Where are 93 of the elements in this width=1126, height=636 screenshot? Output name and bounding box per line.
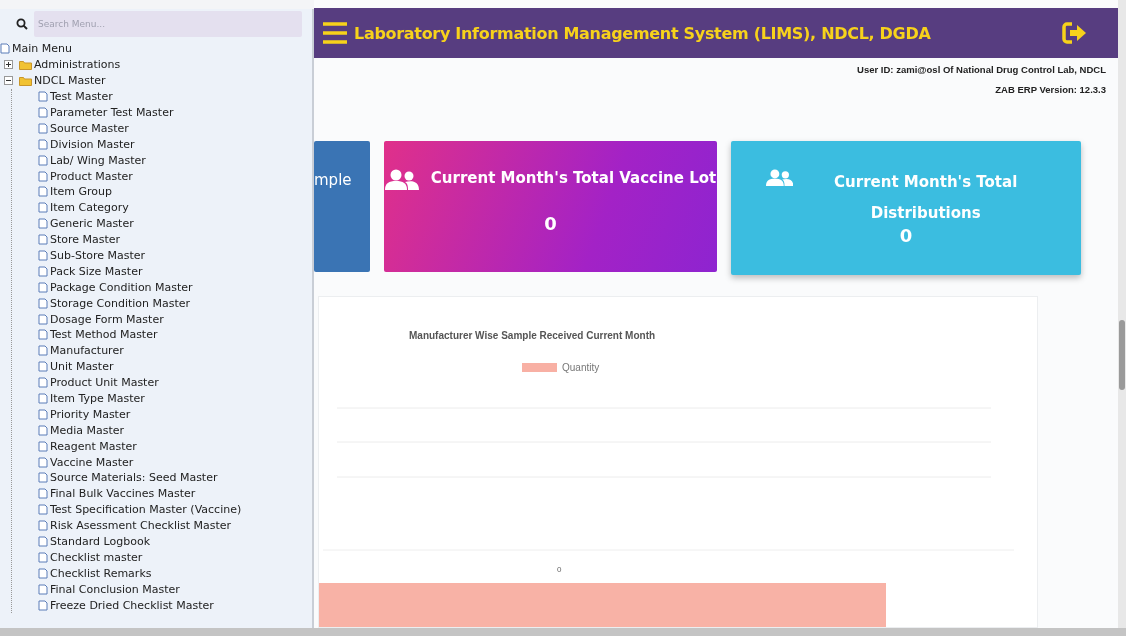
scrollbar-thumb[interactable] [1119,320,1125,390]
chart-title: Manufacturer Wise Sample Received Current Month [409,330,656,341]
page-icon [38,408,48,420]
card-value: 0 [899,225,913,247]
menu-item[interactable]: Standard Logbook [50,535,150,549]
page-icon [38,265,48,277]
page-icon [38,599,48,611]
menu-item[interactable]: Test Master [50,90,113,104]
page-icon [38,91,48,103]
menu-item[interactable]: Main Menu [12,42,72,56]
menu-item[interactable]: Sub-Store Master [50,249,146,262]
page-icon [38,345,48,357]
menu-item[interactable]: Store Master [50,233,121,247]
menu-item[interactable]: Final Bulk Vaccines Master [50,487,196,501]
menu-item[interactable]: Product Unit Master [50,376,159,390]
page-icon [38,440,48,452]
page-icon [38,377,48,389]
menu-item[interactable]: Reagent Master [50,439,137,453]
folder-icon [19,59,32,70]
menu-item[interactable]: Priority Master [50,407,131,421]
menu-item[interactable]: Pack Size Master [50,264,143,278]
page-icon [38,107,48,118]
menu-item[interactable]: Unit Master [50,360,114,374]
page-icon [38,361,48,373]
menu-item[interactable]: Item Group [50,185,113,199]
menu-item[interactable]: Risk Asessment Checklist Master [50,519,232,533]
page-icon [38,456,48,468]
folder-icon [19,75,32,86]
page-icon [0,43,10,55]
menu-item[interactable]: Administrations [34,58,121,72]
menu-item[interactable]: Storage Condition Master [50,296,191,310]
page-icon [38,393,48,405]
expand-icon[interactable] [4,60,13,70]
menu-item[interactable]: Generic Master [50,217,134,231]
page-icon [38,281,48,293]
search-field[interactable]: Search Menu... [34,11,302,37]
menu-item[interactable]: Final Conclusion Master [50,582,180,596]
card-title: mple [314,171,352,190]
page-icon [38,234,48,246]
search-icon [16,18,28,30]
page-icon [38,186,48,198]
menu-item[interactable]: Lab/ Wing Master [50,153,146,167]
menu-item[interactable]: Product Master [50,169,133,183]
page-icon [38,218,48,230]
page-icon [38,520,48,532]
card-title: Current Month's Total Distributions [833,172,1019,225]
legend-label: Quantity [562,362,600,373]
user-id: User ID: zami@osl Of National Drug Control Lab, NDCL [857,64,1106,76]
page-icon [38,551,48,563]
app-title: Laboratory Information Management System (LIMS), NDCL, DGDA [354,23,932,43]
page-icon [38,329,48,341]
page-icon [38,122,48,134]
menu-item[interactable]: Media Master [50,423,125,437]
menu-item[interactable]: Test Method Master [50,328,158,342]
menu-item[interactable]: Package Condition Master [50,280,193,294]
axis-tick: 0 [557,565,562,574]
version-label: ZAB ERP Version: 12.3.3 [995,84,1106,96]
menu-icon[interactable] [322,21,350,46]
page-icon [38,567,48,579]
logout-icon[interactable] [1062,22,1088,45]
page-icon [38,583,48,595]
menu-item[interactable]: Item Category [50,201,129,215]
page-icon [38,154,48,166]
menu-item[interactable]: Checklist master [50,550,143,564]
users-icon [384,169,419,192]
menu-item[interactable]: Division Master [50,137,135,151]
horizontal-scrollbar[interactable] [0,628,1126,636]
menu-item[interactable]: Dosage Form Master [50,312,164,326]
page-icon [38,297,48,309]
page-icon [38,504,48,516]
menu-item[interactable]: Checklist Remarks [50,566,152,580]
menu-item[interactable]: Freeze Dried Checklist Master [50,598,214,612]
menu-item[interactable]: Item Type Master [50,392,145,406]
collapse-icon[interactable] [4,76,13,86]
card-title: Current Month's Total Vaccine Lot [430,169,717,188]
page-icon [38,536,48,548]
page-icon [38,313,48,325]
page-icon [38,138,48,150]
page-icon [38,472,48,484]
page-icon [38,424,48,436]
menu-item[interactable]: Manufacturer [50,344,124,358]
menu-item[interactable]: Parameter Test Master [50,106,174,119]
legend-swatch [522,363,557,372]
page-icon [38,170,48,182]
menu-item[interactable]: Source Materials: Seed Master [50,471,218,485]
page-icon [38,488,48,500]
menu-item[interactable]: Vaccine Master [50,455,134,469]
menu-item[interactable]: Source Master [50,121,129,135]
menu-item[interactable]: NDCL Master [34,74,106,88]
menu-item[interactable]: Test Specification Master (Vaccine) [50,503,242,517]
card-value: 0 [544,213,557,235]
page-icon [38,202,48,214]
page-icon [38,250,48,261]
